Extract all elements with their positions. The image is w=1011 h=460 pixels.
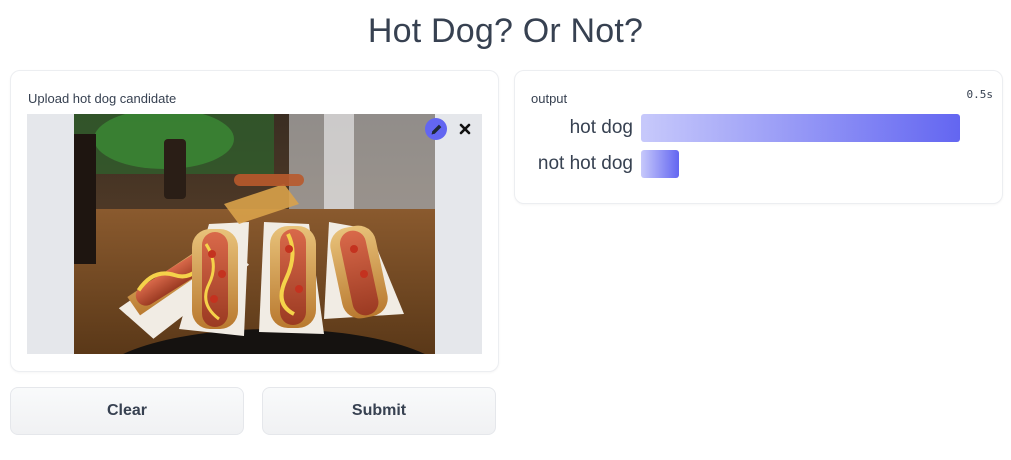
confidence-bar	[641, 114, 960, 142]
page-title: Hot Dog? Or Not?	[367, 12, 644, 50]
output-label: output	[531, 91, 568, 106]
result-row-not-hot-dog: not hot dog	[515, 150, 1002, 178]
elapsed-time: 0.5s	[966, 88, 994, 101]
result-label: hot dog	[569, 117, 633, 138]
confidence-bar	[641, 150, 679, 178]
image-upload-area[interactable]	[27, 114, 482, 354]
hot-dog-photo	[74, 114, 435, 354]
clear-button[interactable]: Clear	[10, 387, 244, 435]
image-input-panel: Upload hot dog candidate	[10, 70, 499, 372]
result-label: not hot dog	[537, 153, 633, 174]
image-input-label: Upload hot dog candidate	[28, 91, 177, 106]
output-panel: output 0.5s hot dog not hot dog	[514, 70, 1003, 204]
submit-button[interactable]: Submit	[262, 387, 496, 435]
result-row-hot-dog: hot dog	[515, 114, 1002, 142]
